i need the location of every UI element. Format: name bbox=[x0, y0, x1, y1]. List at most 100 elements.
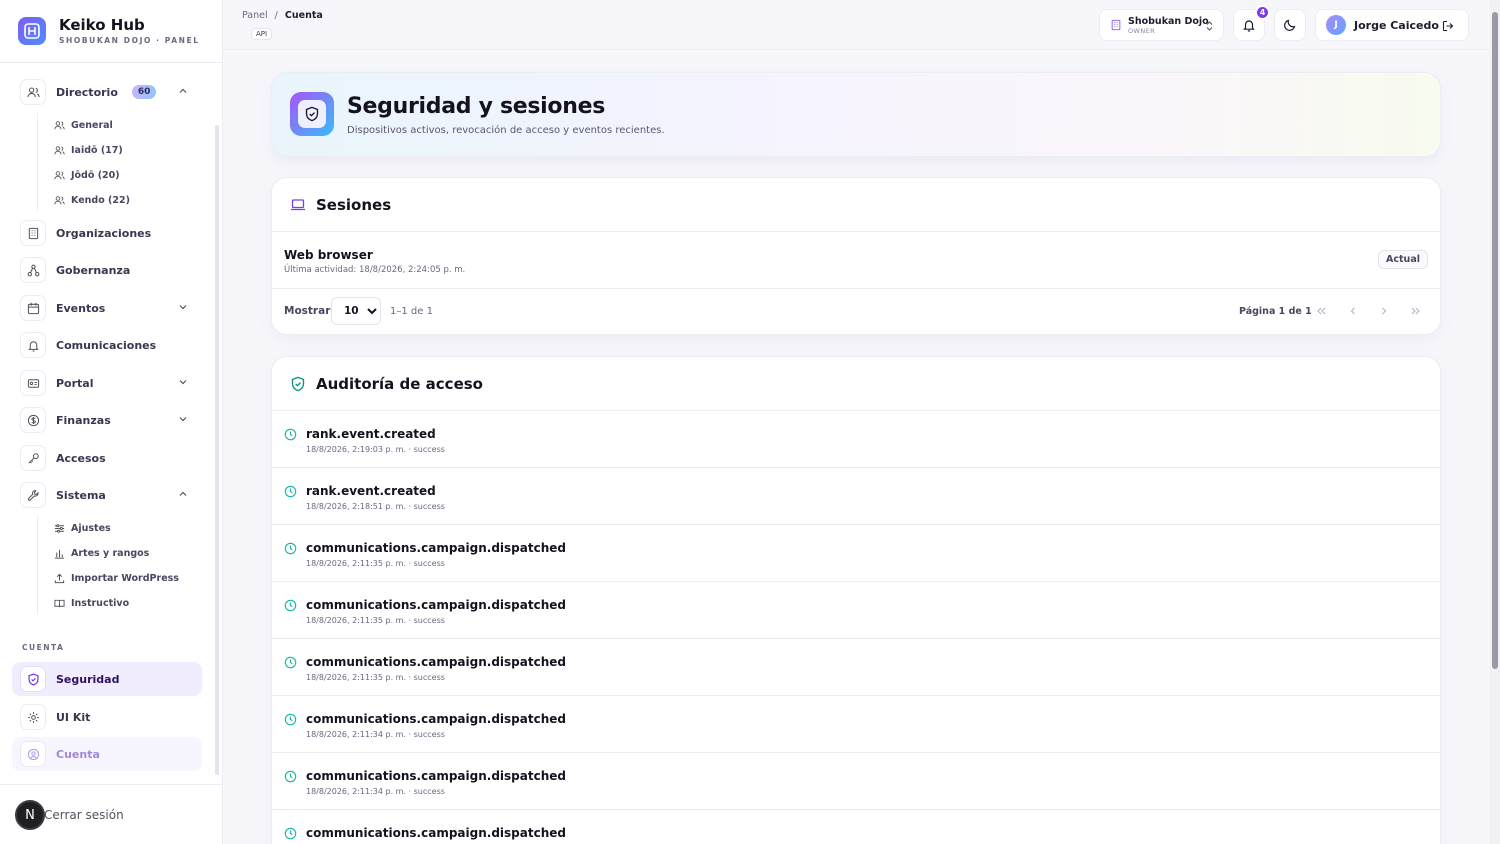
sidebar-item-seguridad[interactable]: Seguridad bbox=[20, 664, 196, 694]
page-indicator: Página 1 de 1 bbox=[1239, 306, 1312, 317]
sidebar-subitem-label: Instructivo bbox=[71, 597, 130, 609]
sliders-icon bbox=[54, 523, 65, 533]
sidebar-subitem-kendo[interactable]: Kendo (22) bbox=[54, 192, 130, 208]
brand-logo-icon bbox=[18, 16, 46, 45]
last-page-button[interactable] bbox=[1405, 301, 1425, 321]
brand-title: Keiko Hub bbox=[59, 16, 145, 34]
user-name: Jorge Caicedo bbox=[1354, 18, 1439, 32]
sidebar-item-accesos[interactable]: Accesos bbox=[20, 443, 196, 473]
sidebar-item-label: Organizaciones bbox=[56, 226, 152, 240]
organization-selector[interactable]: Shobukan Dojo OWNER bbox=[1099, 9, 1224, 41]
sidebar-subitem-artes[interactable]: Artes y rangos bbox=[54, 545, 149, 561]
pagination: Mostrar 10 1–1 de 1 Página 1 de 1 bbox=[272, 289, 1440, 334]
sidebar-scrollbar[interactable] bbox=[215, 125, 219, 775]
users-icon bbox=[20, 79, 46, 105]
section-title-cuenta: CUENTA bbox=[22, 643, 65, 652]
audit-event: communications.campaign.dispatched bbox=[306, 541, 566, 555]
sidebar-item-label: Comunicaciones bbox=[56, 338, 157, 352]
logout-label: Cerrar sesión bbox=[44, 808, 124, 822]
audit-meta: 18/8/2026, 2:11:35 p. m. · success bbox=[306, 673, 445, 682]
sidebar-item-comunicaciones[interactable]: Comunicaciones bbox=[20, 330, 196, 360]
session-device: Web browser bbox=[284, 248, 373, 262]
count-badge: 60 bbox=[131, 85, 157, 99]
breadcrumb-root[interactable]: Panel bbox=[242, 10, 268, 21]
sidebar-subitem-label: Artes y rangos bbox=[71, 547, 150, 559]
sidebar-item-uikit[interactable]: UI Kit bbox=[20, 702, 196, 732]
clock-icon bbox=[284, 483, 297, 502]
sidebar-item-sistema[interactable]: Sistema bbox=[20, 480, 196, 510]
sidebar-item-eventos[interactable]: Eventos bbox=[20, 293, 196, 323]
chevrons-left-icon bbox=[1316, 307, 1325, 315]
building-icon bbox=[20, 220, 46, 246]
sidebar-item-finanzas[interactable]: Finanzas bbox=[20, 405, 196, 435]
audit-meta: 18/8/2026, 2:11:34 p. m. · success bbox=[306, 787, 445, 796]
audit-row[interactable]: communications.campaign.dispatched 18/8/2… bbox=[272, 753, 1440, 810]
sidebar-item-gobernanza[interactable]: Gobernanza bbox=[20, 255, 196, 285]
card-header: Auditoría de acceso bbox=[272, 357, 1440, 411]
first-page-button[interactable] bbox=[1311, 301, 1331, 321]
sidebar-item-directorio[interactable]: Directorio 60 bbox=[20, 77, 196, 107]
card-title: Sesiones bbox=[316, 195, 392, 214]
breadcrumb-current: Cuenta bbox=[284, 10, 323, 21]
sidebar-subitem-general[interactable]: General bbox=[54, 117, 113, 133]
chevron-up-down-icon bbox=[1206, 21, 1213, 31]
audit-row[interactable]: communications.campaign.dispatched 18/8/2… bbox=[272, 696, 1440, 753]
chevron-up-icon bbox=[179, 491, 187, 496]
audit-row[interactable]: communications.campaign.dispatched 18/8/2… bbox=[272, 525, 1440, 582]
sidebar-subitem-ajustes[interactable]: Ajustes bbox=[54, 520, 111, 536]
audit-event: communications.campaign.dispatched bbox=[306, 655, 566, 669]
sidebar-subitem-importar[interactable]: Importar WordPress bbox=[54, 570, 179, 586]
user-menu-button[interactable]: J Jorge Caicedo bbox=[1315, 9, 1469, 41]
prev-page-button[interactable] bbox=[1343, 301, 1363, 321]
sidebar: Keiko Hub SHOBUKAN DOJO · PANEL Director… bbox=[0, 0, 223, 844]
logout-button[interactable]: N Cerrar sesión bbox=[15, 800, 124, 830]
shield-check-icon bbox=[291, 376, 305, 391]
sidebar-item-organizaciones[interactable]: Organizaciones bbox=[20, 218, 196, 248]
breadcrumb: Panel / Cuenta bbox=[242, 10, 323, 21]
sidebar-item-label: Sistema bbox=[56, 488, 106, 502]
book-icon bbox=[54, 599, 65, 607]
sidebar-subitem-label: Ajustes bbox=[71, 522, 111, 534]
sidebar-subitem-jodo[interactable]: Jōdō (20) bbox=[54, 167, 120, 183]
sidebar-item-cuenta[interactable]: Cuenta bbox=[20, 739, 196, 769]
audit-meta: 18/8/2026, 2:11:34 p. m. · success bbox=[306, 730, 445, 739]
laptop-icon bbox=[291, 198, 305, 210]
clock-icon bbox=[284, 711, 297, 730]
brand[interactable]: Keiko Hub SHOBUKAN DOJO · PANEL bbox=[18, 16, 200, 45]
session-row[interactable]: Web browser Última actividad: 18/8/2026,… bbox=[272, 232, 1440, 289]
sidebar-subitem-iaido[interactable]: Iaidō (17) bbox=[54, 142, 123, 158]
avatar: J bbox=[1326, 15, 1346, 35]
chevron-left-icon bbox=[1350, 307, 1355, 315]
wrench-icon bbox=[20, 482, 46, 508]
sidebar-subitem-label: General bbox=[71, 119, 113, 131]
clock-icon bbox=[284, 426, 297, 445]
card-header: Sesiones bbox=[272, 178, 1440, 232]
audit-row[interactable]: rank.event.created 18/8/2026, 2:19:03 p. … bbox=[272, 411, 1440, 468]
audit-row[interactable]: communications.campaign.dispatched 18/8/2… bbox=[272, 639, 1440, 696]
notifications-button[interactable]: 4 bbox=[1233, 5, 1270, 41]
organization-name: Shobukan Dojo bbox=[1128, 15, 1209, 27]
sidebar-item-label: Eventos bbox=[56, 301, 106, 315]
sidebar-subitem-instructivo[interactable]: Instructivo bbox=[54, 595, 129, 611]
gear-icon bbox=[20, 704, 46, 730]
chevron-down-icon bbox=[179, 380, 187, 385]
current-session-badge: Actual bbox=[1378, 250, 1428, 269]
audit-meta: 18/8/2026, 2:11:35 p. m. · success bbox=[306, 616, 445, 625]
notification-count-badge: 4 bbox=[1255, 5, 1270, 20]
sidebar-item-portal[interactable]: Portal bbox=[20, 368, 196, 398]
page-header-card: Seguridad y sesiones Dispositivos activo… bbox=[271, 72, 1441, 157]
audit-event: rank.event.created bbox=[306, 427, 436, 441]
brand-subtitle: SHOBUKAN DOJO · PANEL bbox=[59, 36, 200, 45]
calendar-icon bbox=[20, 295, 46, 321]
submenu-line bbox=[37, 516, 38, 614]
page-size-select[interactable]: 10 bbox=[331, 297, 381, 325]
id-card-icon bbox=[20, 370, 46, 396]
audit-row[interactable]: communications.campaign.dispatched 18/8/2… bbox=[272, 582, 1440, 639]
sidebar-subitem-label: Importar WordPress bbox=[71, 572, 179, 584]
sidebar-subitem-label: Kendo (22) bbox=[71, 194, 130, 206]
audit-row[interactable]: communications.campaign.dispatched bbox=[272, 810, 1440, 844]
audit-row[interactable]: rank.event.created 18/8/2026, 2:18:51 p. … bbox=[272, 468, 1440, 525]
page-scrollbar-thumb[interactable] bbox=[1492, 12, 1498, 669]
next-page-button[interactable] bbox=[1374, 301, 1394, 321]
theme-toggle-button[interactable] bbox=[1274, 9, 1306, 41]
